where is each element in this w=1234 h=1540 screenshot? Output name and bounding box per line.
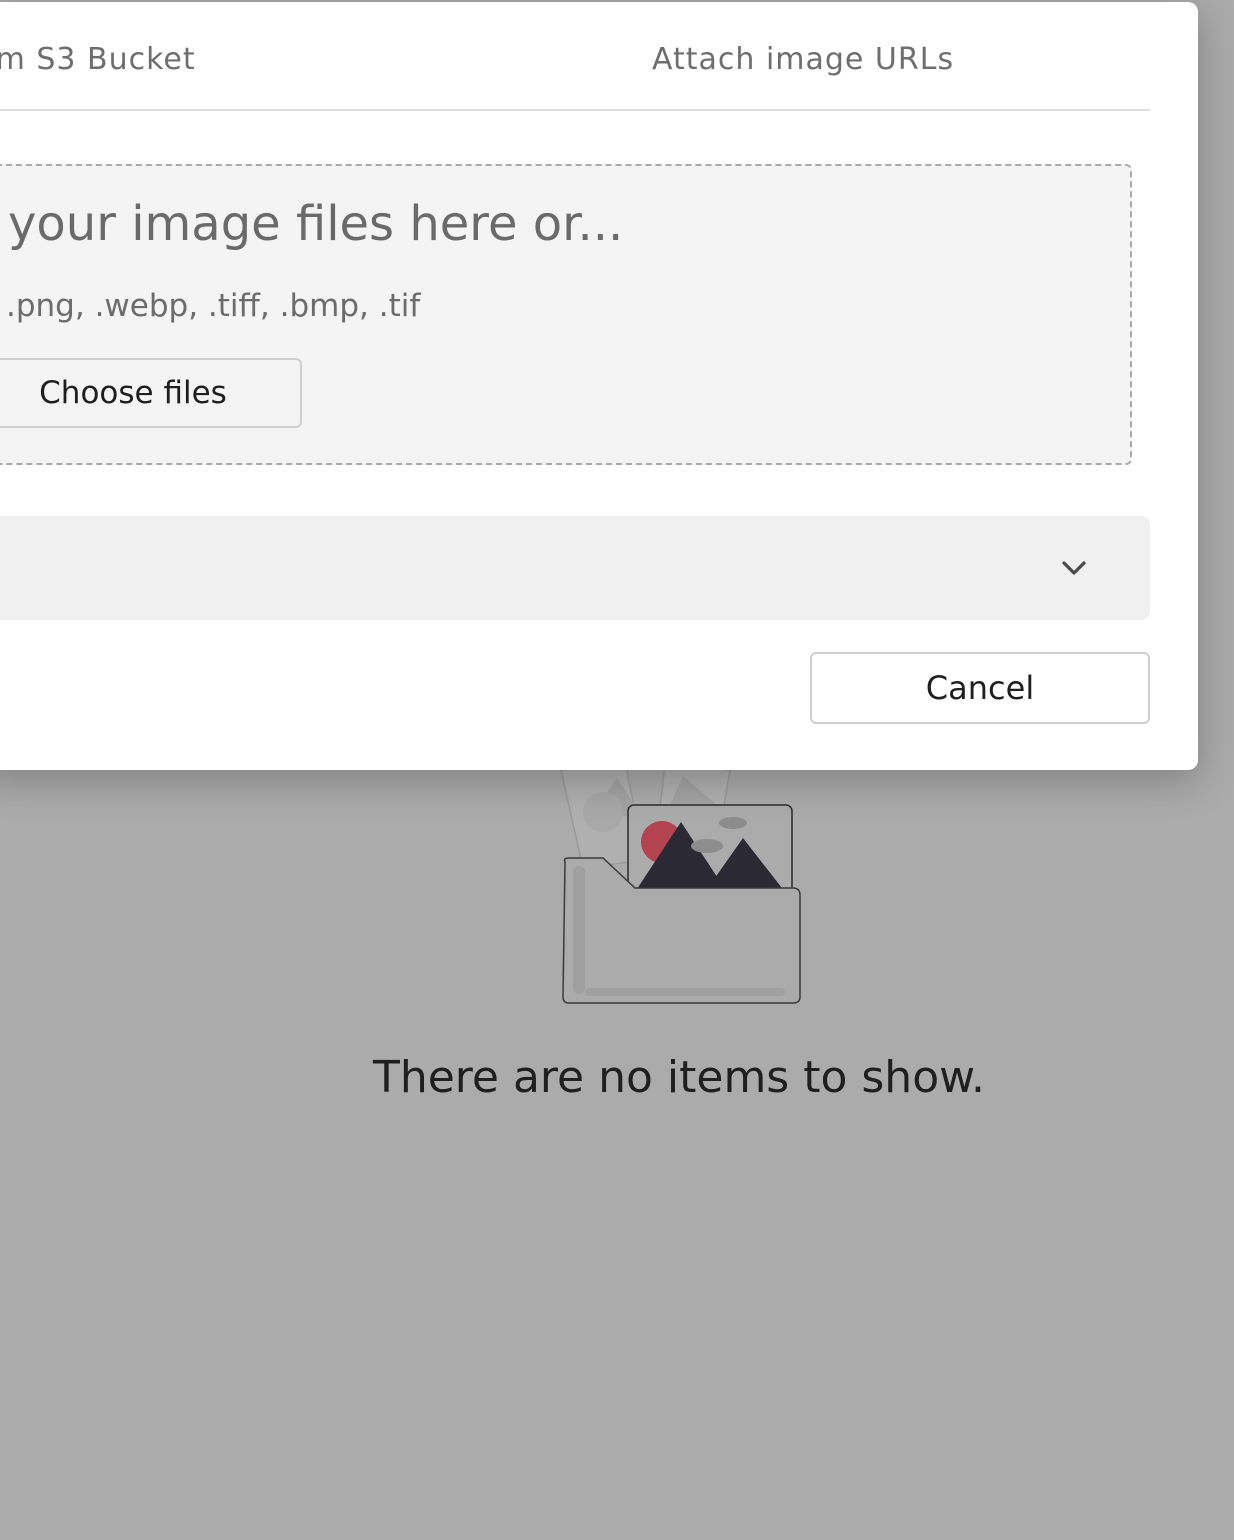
import-images-modal: ort from S3 Bucket Attach image URLs you…: [0, 2, 1198, 770]
choose-files-button[interactable]: Choose files: [0, 358, 302, 428]
accepted-file-types: .png, .webp, .tiff, .bmp, .tif: [6, 288, 421, 324]
chevron-down-icon: [1062, 561, 1086, 575]
empty-state-illustration: [555, 760, 805, 1010]
empty-state-message: There are no items to show.: [372, 1052, 986, 1103]
folder-images-icon: [560, 761, 801, 1004]
cancel-button[interactable]: Cancel: [810, 652, 1150, 724]
dropzone-title: your image files here or...: [8, 196, 624, 252]
import-tabs: ort from S3 Bucket Attach image URLs: [0, 2, 1150, 111]
options-accordion[interactable]: s.: [0, 516, 1150, 620]
tab-attach-urls[interactable]: Attach image URLs: [652, 42, 954, 77]
tab-import-s3[interactable]: ort from S3 Bucket: [0, 42, 196, 77]
